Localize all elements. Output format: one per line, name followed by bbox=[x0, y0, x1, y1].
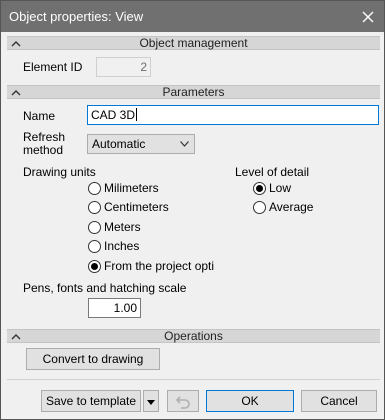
close-button[interactable] bbox=[352, 1, 384, 32]
section-label: Operations bbox=[164, 329, 223, 343]
radio-indicator bbox=[88, 259, 101, 273]
radio-indicator bbox=[88, 181, 101, 195]
refresh-method-label-line2: method bbox=[23, 143, 64, 157]
object-properties-dialog: Object properties: View Object managemen… bbox=[0, 0, 385, 420]
name-input-value: CAD 3D bbox=[91, 108, 136, 122]
ok-button[interactable]: OK bbox=[206, 390, 294, 412]
radio-detail-low[interactable]: Low bbox=[253, 181, 291, 195]
name-input[interactable]: CAD 3D bbox=[87, 105, 379, 125]
section-parameters[interactable]: Parameters bbox=[7, 85, 380, 99]
radio-project-options[interactable]: From the project options bbox=[88, 259, 214, 273]
close-icon bbox=[362, 11, 374, 22]
element-id-label: Element ID bbox=[23, 60, 83, 74]
chevron-down-icon bbox=[180, 141, 189, 147]
undo-button[interactable] bbox=[167, 390, 199, 412]
section-object-management[interactable]: Object management bbox=[7, 36, 380, 50]
section-label: Parameters bbox=[162, 85, 225, 99]
radio-label: Meters bbox=[104, 220, 141, 234]
element-id-field: 2 bbox=[96, 57, 151, 77]
title-bar: Object properties: View bbox=[1, 1, 384, 32]
footer-divider bbox=[7, 379, 380, 380]
radio-detail-average[interactable]: Average bbox=[253, 200, 313, 214]
radio-indicator bbox=[88, 239, 101, 253]
window-title: Object properties: View bbox=[9, 9, 144, 24]
caret-down-icon bbox=[147, 400, 155, 405]
radio-milimeters[interactable]: Milimeters bbox=[88, 181, 159, 195]
drawing-units-label: Drawing units bbox=[23, 165, 96, 179]
radio-label: Average bbox=[269, 200, 314, 214]
radio-label: Centimeters bbox=[104, 200, 169, 214]
name-label: Name bbox=[23, 109, 56, 123]
radio-centimeters[interactable]: Centimeters bbox=[88, 200, 169, 214]
scale-input[interactable]: 1.00 bbox=[88, 298, 141, 318]
radio-label: Milimeters bbox=[104, 181, 159, 195]
radio-indicator bbox=[88, 220, 101, 234]
radio-meters[interactable]: Meters bbox=[88, 220, 141, 234]
refresh-method-value: Automatic bbox=[92, 137, 146, 151]
radio-inches[interactable]: Inches bbox=[88, 239, 139, 253]
radio-indicator bbox=[253, 181, 266, 195]
radio-indicator bbox=[253, 200, 266, 214]
save-to-template-button[interactable]: Save to template bbox=[41, 390, 141, 412]
refresh-method-select[interactable]: Automatic bbox=[87, 134, 195, 154]
undo-icon bbox=[175, 396, 190, 409]
radio-label: Inches bbox=[104, 239, 140, 253]
scale-label: Pens, fonts and hatching scale bbox=[23, 281, 187, 295]
level-of-detail-label: Level of detail bbox=[235, 165, 310, 179]
radio-indicator bbox=[88, 200, 101, 214]
radio-label: From the project options bbox=[104, 259, 214, 273]
section-operations[interactable]: Operations bbox=[7, 329, 380, 343]
convert-to-drawing-button[interactable]: Convert to drawing bbox=[26, 348, 160, 370]
cancel-button[interactable]: Cancel bbox=[301, 390, 377, 412]
refresh-method-label-line1: Refresh bbox=[23, 130, 66, 144]
section-label: Object management bbox=[139, 36, 248, 50]
save-template-dropdown-button[interactable] bbox=[143, 390, 159, 412]
radio-label: Low bbox=[269, 181, 292, 195]
